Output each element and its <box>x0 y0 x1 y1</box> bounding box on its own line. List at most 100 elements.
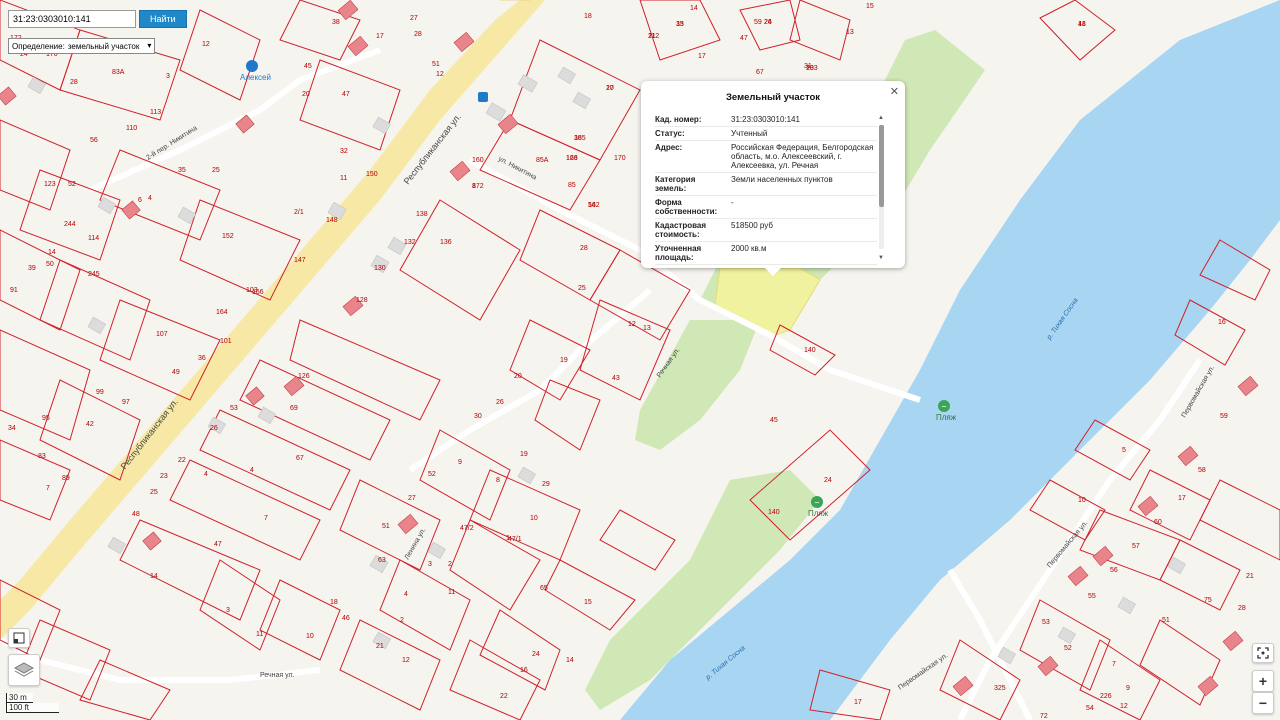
close-icon[interactable]: ✕ <box>890 85 899 98</box>
parcel-number-label: 38 <box>574 135 582 142</box>
parcel-number-label: 47 <box>342 91 350 98</box>
beach-label: Пляж <box>936 413 957 422</box>
parcel-number-label: 83A <box>112 69 125 76</box>
zoom-out-button[interactable]: − <box>1252 692 1274 714</box>
parcel-number-label: 99 <box>96 389 104 396</box>
parcel-number-label: 97 <box>122 399 130 406</box>
parcel-number-label: 17 <box>854 699 862 706</box>
popup-scrollbar[interactable]: ▲ ▼ <box>878 115 884 261</box>
parcel-number-label: 26 <box>210 425 218 432</box>
parcel-number-label: 126 <box>298 373 310 380</box>
parcel-number-label: 113 <box>150 109 161 116</box>
parcel-number-label: 10 <box>306 633 314 640</box>
parcel-number-label: 59 <box>754 19 762 26</box>
parcel-number-label: 34 <box>8 425 16 432</box>
parcel-number-label: 47 <box>740 35 748 42</box>
parcel-number-label: 140 <box>768 509 780 516</box>
search-bar: Найти <box>8 10 187 28</box>
parcel-number-label: 17 <box>698 53 706 60</box>
parcel-number-label: 132 <box>404 239 416 246</box>
parcel-number-label: 103 <box>806 65 818 72</box>
svg-text:~: ~ <box>941 403 947 411</box>
beach-icon[interactable]: ~ <box>938 400 950 412</box>
select-area-button[interactable] <box>8 628 30 648</box>
parcel-number-label: 226 <box>1100 693 1112 700</box>
parcel-number-label: 91 <box>10 287 18 294</box>
parcel-number-label: 45 <box>304 63 312 70</box>
zoom-in-button[interactable]: + <box>1252 670 1274 692</box>
parcel-number-label: 24 <box>824 477 832 484</box>
beach-icon-2[interactable]: ~ <box>811 496 823 508</box>
attr-value: Российская Федерация, Белгородская облас… <box>731 140 877 173</box>
layers-button[interactable] <box>8 654 40 686</box>
parcel-number-label: 5 <box>1122 447 1126 454</box>
parcel-number-label: 60 <box>1154 519 1162 526</box>
scale-metric: 30 m <box>6 693 33 703</box>
parcel-number-label: 11 <box>340 175 347 182</box>
attr-value: Учтенный <box>731 126 877 141</box>
parcel-number-label: 10 <box>530 515 538 522</box>
parcel-number-label: 14 <box>690 5 698 12</box>
scroll-thumb[interactable] <box>879 125 884 207</box>
table-row: Форма собственности: - <box>655 195 877 219</box>
parcel-number-label: 57 <box>1132 543 1140 550</box>
cadastral-map[interactable]: Республиканская ул. Республиканская ул. … <box>0 0 1280 720</box>
parcel-number-label: 150 <box>366 171 378 178</box>
parcel-number-label: 12 <box>402 657 410 664</box>
search-button[interactable]: Найти <box>139 10 187 28</box>
parcel-number-label: 27 <box>410 15 418 22</box>
definition-selector: Определение: земельный участок <box>8 38 156 54</box>
scroll-down-icon[interactable]: ▼ <box>878 255 884 261</box>
scale-imperial: 100 ft <box>6 703 59 713</box>
parcel-number-label: 164 <box>216 309 228 316</box>
parcel-number-label: 130 <box>374 265 386 272</box>
parcel-number-label: 8 <box>496 477 500 484</box>
parcel-number-label: 20 <box>606 85 614 92</box>
republican-road <box>0 0 545 640</box>
attr-key: Статус: <box>655 126 731 141</box>
scroll-up-icon[interactable]: ▲ <box>878 115 884 121</box>
parcel-number-label: 4 <box>148 195 152 202</box>
parcel-number-label: 148 <box>326 217 338 224</box>
parcel-number-label: 55 <box>1088 593 1096 600</box>
fullscreen-button[interactable] <box>1252 643 1274 663</box>
cadastral-search-input[interactable] <box>8 10 136 28</box>
attr-value: 2000 кв.м <box>731 241 877 265</box>
parcel-number-label: 47/1 <box>508 536 522 543</box>
bus-stop-icon[interactable] <box>478 92 488 102</box>
parcel-number-label: 112 <box>648 33 659 40</box>
parcel-number-label: 244 <box>64 221 76 228</box>
parcel-number-label: 3 <box>166 73 170 80</box>
parcel-number-label: 13 <box>846 29 854 36</box>
parcel-number-label: 9 <box>1126 685 1130 692</box>
shop-icon[interactable] <box>246 60 258 72</box>
parcel-number-label: 39 <box>28 265 36 272</box>
parcel-number-label: 32 <box>340 148 348 155</box>
parcel-number-label: 18 <box>584 13 592 20</box>
parcel-number-label: 170 <box>614 155 626 162</box>
parcel-number-label: 33 <box>676 21 684 28</box>
parcel-number-label: 8 <box>472 183 476 190</box>
parcel-number-label: 24 <box>532 651 540 658</box>
definition-select[interactable]: земельный участок <box>68 41 152 51</box>
parcel-number-label: 56 <box>90 137 98 144</box>
parcel-number-label: 103 <box>246 287 258 294</box>
parcel-number-label: 28 <box>414 31 422 38</box>
parcel-number-label: 20 <box>302 91 310 98</box>
parcel-number-label: 85A <box>536 157 549 164</box>
parcel-number-label: 20 <box>514 373 522 380</box>
parcel-number-label: 22 <box>178 457 186 464</box>
parcel-number-label: 140 <box>804 347 816 354</box>
parcel-number-label: 16 <box>520 667 528 674</box>
parcel-number-label: 123 <box>44 181 56 188</box>
parcel-number-label: 28 <box>580 245 588 252</box>
parcel-number-label: 17 <box>376 33 384 40</box>
definition-label: Определение: <box>12 41 65 51</box>
parcel-number-label: 123 <box>566 155 578 162</box>
parcel-number-label: 45 <box>770 417 778 424</box>
parcel-number-label: 14 <box>48 249 56 256</box>
parcel-number-label: 67 <box>756 69 764 76</box>
parcel-number-label: 11 <box>448 589 455 596</box>
parcel-number-label: 160 <box>472 157 484 164</box>
parcel-number-label: 53 <box>1042 619 1050 626</box>
